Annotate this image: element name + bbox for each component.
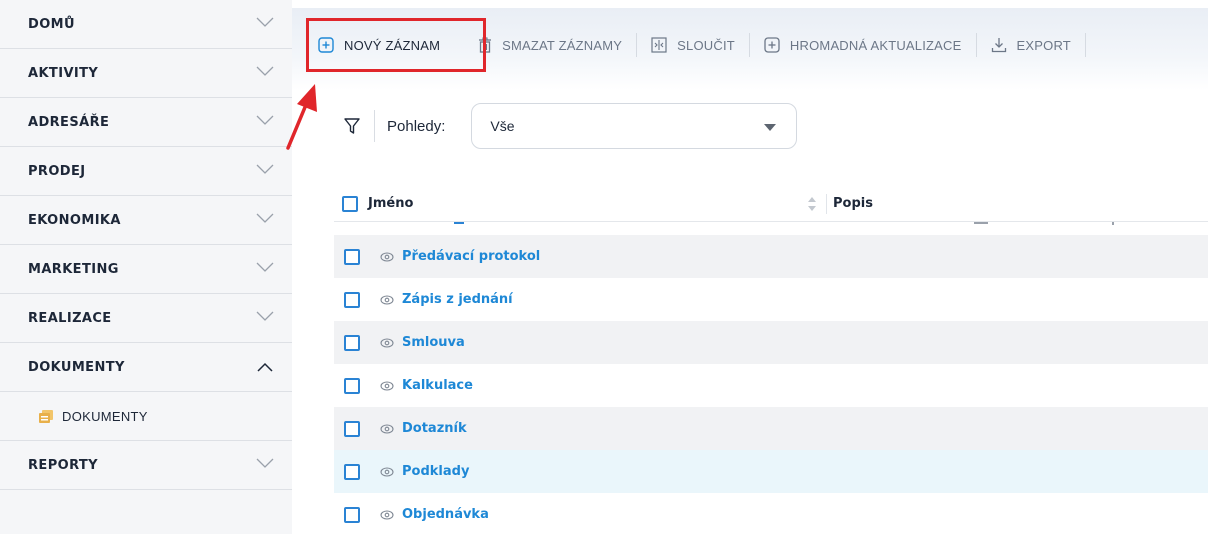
delete-records-button[interactable]: SMAZAT ZÁZNAMY (464, 19, 636, 71)
sidebar-item-label: AKTIVITY (28, 65, 99, 81)
bulk-update-button[interactable]: HROMADNÁ AKTUALIZACE (750, 19, 976, 71)
eye-icon[interactable] (380, 294, 394, 305)
chevron-down-icon (256, 458, 274, 468)
chevron-down-icon (256, 164, 274, 174)
record-name-link[interactable]: Smlouva (402, 335, 465, 350)
record-name-link[interactable]: Kalkulace (402, 378, 473, 393)
row-checkbox[interactable] (344, 291, 360, 308)
export-label: EXPORT (1016, 37, 1071, 53)
chevron-down-icon (256, 66, 274, 76)
record-name-link[interactable]: Zápis z jednání (402, 292, 513, 307)
filter-divider (374, 110, 375, 142)
sidebar-item-prodej[interactable]: PRODEJ (0, 147, 292, 196)
sidebar-item-label: EKONOMIKA (28, 212, 121, 228)
record-name-link[interactable]: Předávací protokol (402, 249, 540, 264)
table-row[interactable]: Kalkulace (334, 364, 1208, 407)
row-checkbox[interactable] (344, 506, 360, 523)
sidebar: DOMŮ AKTIVITY ADRESÁŘE PRODEJ EKONOMIKA … (0, 0, 292, 534)
sidebar-item-aktivity[interactable]: AKTIVITY (0, 49, 292, 98)
view-select-value: Vše (490, 118, 515, 134)
chevron-up-icon (257, 362, 273, 372)
row-checkbox[interactable] (344, 420, 360, 437)
column-divider (826, 193, 827, 214)
table-row[interactable]: Podklady (334, 450, 1208, 493)
table-row[interactable]: Zápis z jednání (334, 278, 1208, 321)
merge-icon (651, 37, 667, 53)
plus-square-icon (764, 37, 780, 53)
toolbar-divider (1084, 33, 1086, 57)
table-row[interactable]: Předávací protokol (334, 235, 1208, 278)
sidebar-item-realizace[interactable]: REALIZACE (0, 294, 292, 343)
sidebar-item-label: REALIZACE (28, 310, 112, 326)
views-label: Pohledy: (387, 117, 446, 135)
eye-icon[interactable] (380, 251, 394, 262)
sidebar-item-label: DOKUMENTY (28, 359, 125, 375)
chevron-down-icon (256, 213, 274, 223)
table-header: Jméno Popis (334, 186, 1208, 222)
eye-icon[interactable] (380, 466, 394, 477)
sidebar-item-label: ADRESÁŘE (28, 114, 110, 130)
scrolled-row-remnant (334, 222, 1208, 234)
download-icon (991, 38, 1006, 53)
sidebar-item-label: PRODEJ (28, 163, 86, 179)
eye-icon[interactable] (380, 423, 394, 434)
column-header-description[interactable]: Popis (833, 196, 873, 211)
sidebar-item-dokumenty[interactable]: DOKUMENTY (0, 343, 292, 392)
chevron-down-icon (256, 262, 274, 272)
highlight-box (306, 18, 486, 72)
folder-icon (39, 409, 53, 423)
chevron-down-icon (256, 311, 274, 321)
eye-icon[interactable] (380, 509, 394, 520)
sidebar-item-domu[interactable]: DOMŮ (0, 0, 292, 49)
table-row[interactable]: Objednávka (334, 493, 1208, 534)
table-row[interactable]: Dotazník (334, 407, 1208, 450)
view-filter: Pohledy: Vše (344, 103, 798, 149)
column-header-name[interactable]: Jméno (368, 196, 806, 211)
view-select[interactable]: Vše (471, 103, 798, 149)
sidebar-item-ekonomika[interactable]: EKONOMIKA (0, 196, 292, 245)
eye-icon[interactable] (380, 337, 394, 348)
sidebar-item-label: DOMŮ (28, 16, 75, 32)
merge-button[interactable]: SLOUČIT (637, 19, 749, 71)
sidebar-item-adresare[interactable]: ADRESÁŘE (0, 98, 292, 147)
sidebar-item-reporty[interactable]: REPORTY (0, 441, 292, 490)
delete-records-label: SMAZAT ZÁZNAMY (502, 37, 623, 53)
app-root: DOMŮ AKTIVITY ADRESÁŘE PRODEJ EKONOMIKA … (0, 0, 1208, 534)
sidebar-subitem-dokumenty[interactable]: DOKUMENTY (0, 392, 292, 441)
record-name-link[interactable]: Dotazník (402, 421, 467, 436)
caret-down-icon (764, 124, 777, 131)
merge-label: SLOUČIT (677, 37, 735, 53)
sidebar-item-marketing[interactable]: MARKETING (0, 245, 292, 294)
export-button[interactable]: EXPORT (977, 19, 1085, 71)
table-row[interactable]: Smlouva (334, 321, 1208, 364)
chevron-down-icon (256, 17, 274, 27)
funnel-icon[interactable] (344, 117, 360, 135)
row-checkbox[interactable] (344, 248, 360, 265)
chevron-down-icon (256, 115, 274, 125)
select-all-checkbox[interactable] (342, 195, 358, 212)
row-checkbox[interactable] (344, 334, 360, 351)
sidebar-item-label: REPORTY (28, 457, 98, 473)
record-name-link[interactable]: Podklady (402, 464, 469, 479)
sort-icon[interactable] (806, 195, 818, 213)
sidebar-subitem-label: DOKUMENTY (62, 408, 148, 424)
red-arrow-icon (286, 84, 317, 150)
sidebar-item-label: MARKETING (28, 261, 119, 277)
eye-icon[interactable] (380, 380, 394, 391)
row-checkbox[interactable] (344, 463, 360, 480)
record-name-link[interactable]: Objednávka (402, 507, 489, 522)
table-body: Předávací protokol Zápis z jednání Smlou… (334, 235, 1208, 534)
row-checkbox[interactable] (344, 377, 360, 394)
bulk-update-label: HROMADNÁ AKTUALIZACE (789, 37, 962, 53)
